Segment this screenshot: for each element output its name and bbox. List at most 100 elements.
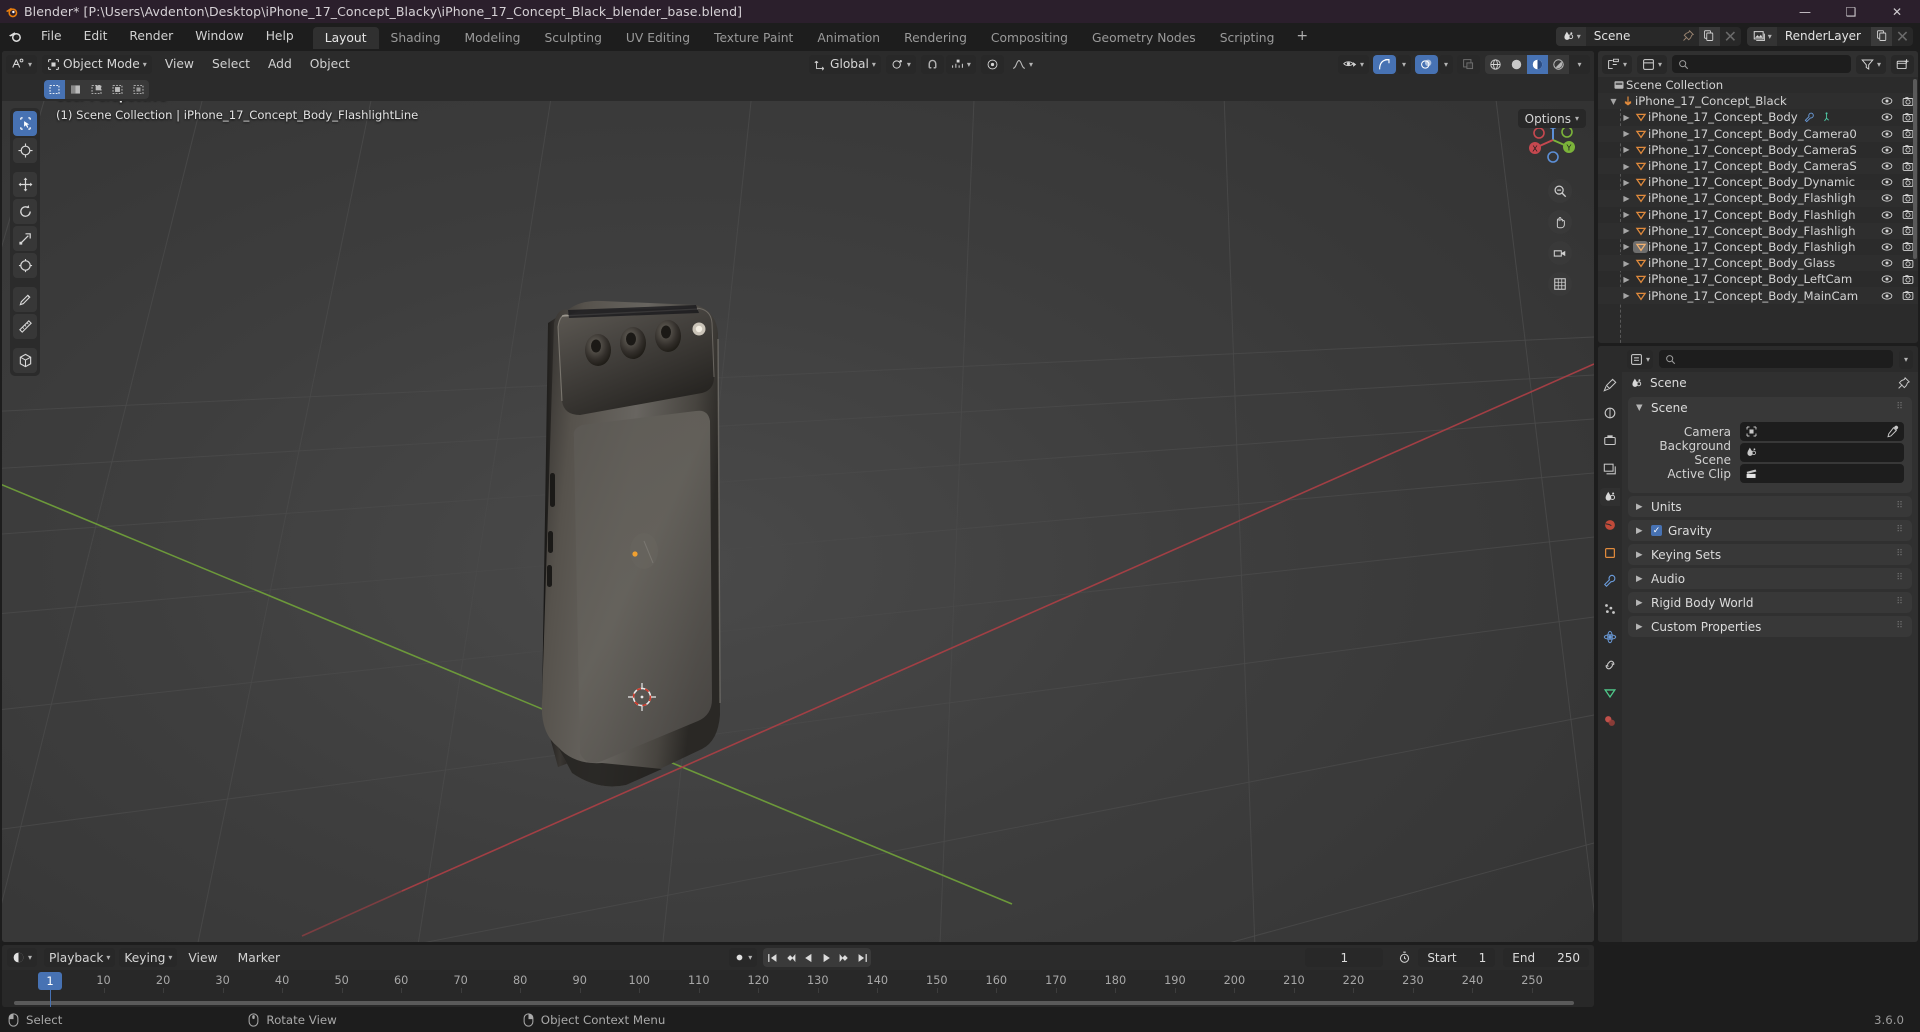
menu-file[interactable]: File [30, 23, 73, 49]
add-workspace-button[interactable]: + [1286, 23, 1318, 49]
maximize-button[interactable]: ❑ [1828, 0, 1874, 23]
panel-scene[interactable]: ▼ Scene ⠿ Camera Background Scene Active… [1628, 397, 1912, 493]
annotate-tool[interactable] [13, 287, 37, 312]
tab-world[interactable] [1600, 516, 1620, 534]
hide-in-viewport-icon[interactable] [1881, 210, 1893, 220]
panel-gravity[interactable]: ▶ ✓ Gravity ⠿ [1628, 520, 1912, 541]
select-subtract-button[interactable] [86, 79, 107, 99]
tab-object[interactable] [1600, 544, 1620, 562]
overlays-toggle[interactable] [1414, 54, 1438, 74]
blender-menu-icon[interactable] [0, 29, 30, 44]
tab-texture-paint[interactable]: Texture Paint [702, 27, 805, 49]
disclosure-triangle-icon[interactable]: ▶ [1620, 259, 1633, 268]
transform-tool[interactable] [13, 253, 37, 278]
tab-layout[interactable]: Layout [312, 27, 379, 49]
jump-to-next-keyframe-button[interactable] [835, 948, 854, 967]
outliner-row-object[interactable]: ▶ iPhone_17_Concept_Body_CameraS [1598, 157, 1918, 175]
auto-keying-toggle[interactable]: ▾ [729, 948, 758, 967]
outliner-row-collection[interactable]: ▼ iPhone_17_Concept_Black [1598, 93, 1918, 110]
pin-id-icon[interactable] [1897, 376, 1910, 390]
tab-geometry-nodes[interactable]: Geometry Nodes [1080, 27, 1208, 49]
tab-sculpting[interactable]: Sculpting [532, 27, 613, 49]
properties-editor[interactable]: ▾ ▾ Scene ▼ Scene ⠿ Camera Background Sc… [1598, 346, 1918, 942]
disclosure-triangle-icon[interactable]: ▶ [1620, 129, 1633, 138]
gizmo-toggle[interactable] [1372, 54, 1396, 74]
gizmo-settings-selector[interactable]: ▾ [1396, 54, 1411, 74]
viewport-menu-select[interactable]: Select [203, 51, 259, 77]
panel-scene-header[interactable]: ▼ Scene ⠿ [1628, 397, 1912, 418]
panel-custom-properties[interactable]: ▶ Custom Properties ⠿ [1628, 616, 1912, 637]
frame-range-fields[interactable]: Start 1 [1418, 948, 1496, 967]
menu-help[interactable]: Help [255, 23, 305, 49]
end-frame-fields[interactable]: End 250 [1503, 948, 1589, 967]
timeline-editor[interactable]: ▾ Playback ▾ Keying ▾ View Marker ▾ 1 St… [2, 945, 1594, 1007]
panel-units-header[interactable]: ▶ Units ⠿ [1628, 496, 1912, 517]
viewport-canvas[interactable] [2, 101, 1594, 942]
hide-in-viewport-icon[interactable] [1881, 226, 1893, 236]
transform-orientation-selector[interactable]: Global ▾ [809, 54, 881, 74]
jump-to-end-button[interactable] [853, 948, 872, 967]
shading-rendered-button[interactable] [1548, 54, 1569, 74]
jump-to-start-button[interactable] [763, 948, 782, 967]
eyedropper-icon[interactable] [1886, 425, 1899, 438]
outliner-filter-button[interactable]: ▾ [1855, 54, 1886, 74]
object-mode-selector[interactable]: Object Mode ▾ [42, 54, 152, 74]
active-clip-field[interactable] [1740, 464, 1904, 483]
timeline-menu-view[interactable]: View [179, 945, 226, 971]
select-extend-button[interactable] [65, 79, 86, 99]
snap-magnet-toggle[interactable] [920, 54, 944, 74]
view-layer-name-field[interactable]: RenderLayer [1777, 27, 1871, 46]
iphone-3d-model[interactable] [2, 101, 1594, 942]
tab-physics[interactable] [1600, 628, 1620, 646]
tab-shading[interactable]: Shading [379, 27, 453, 49]
pan-view-icon[interactable] [1548, 210, 1572, 234]
panel-gravity-header[interactable]: ▶ ✓ Gravity ⠿ [1628, 520, 1912, 541]
viewport-menu-object[interactable]: Object [301, 51, 359, 77]
xray-toggle[interactable] [1457, 54, 1480, 74]
disclosure-triangle-icon[interactable]: ▶ [1620, 145, 1633, 154]
new-view-layer-button[interactable] [1871, 26, 1892, 46]
outliner-row-object[interactable]: ▶ iPhone_17_Concept_Body [1598, 109, 1918, 125]
viewport-menu-view[interactable]: View [156, 51, 203, 77]
tab-render[interactable] [1600, 404, 1620, 422]
hide-in-viewport-icon[interactable] [1881, 177, 1893, 187]
current-frame-field[interactable]: 1 [1305, 948, 1384, 967]
tab-output[interactable] [1600, 432, 1620, 450]
minimize-button[interactable]: — [1782, 0, 1828, 23]
tab-tool[interactable] [1600, 376, 1620, 394]
panel-keying-sets-header[interactable]: ▶ Keying Sets ⠿ [1628, 544, 1912, 565]
remove-view-layer-button[interactable]: ✕ [1892, 27, 1913, 46]
wrench-icon[interactable] [1804, 112, 1815, 123]
pivot-point-selector[interactable]: ▾ [885, 54, 916, 74]
disclosure-triangle-icon[interactable]: ▶ [1620, 291, 1633, 300]
disable-in-renders-icon[interactable] [1902, 274, 1914, 285]
outliner-row-object[interactable]: ▶ iPhone_17_Concept_Body_Flashligh [1598, 222, 1918, 239]
disclosure-triangle-icon[interactable]: ▶ [1620, 178, 1633, 187]
rotate-tool[interactable] [13, 199, 37, 224]
unlink-scene-button[interactable]: ✕ [1720, 27, 1741, 46]
tab-compositing[interactable]: Compositing [979, 27, 1080, 49]
gravity-checkbox[interactable]: ✓ [1651, 525, 1662, 536]
timeline-menu-keying[interactable]: Keying ▾ [119, 948, 178, 967]
menu-render[interactable]: Render [118, 23, 184, 49]
outliner-row-object[interactable]: ▶ iPhone_17_Concept_Body_MainCam [1598, 287, 1918, 304]
hide-in-viewport-icon[interactable] [1881, 161, 1893, 171]
scene-name-field[interactable]: Scene [1586, 27, 1678, 46]
outliner-editor[interactable]: ▾ ▾ ▾ Scene Collection ▼ iPhone_17_Conce… [1598, 51, 1918, 343]
3d-viewport[interactable]: ▾ Object Mode ▾ View Select Add Object G… [2, 51, 1594, 942]
measure-tool[interactable] [13, 314, 37, 339]
outliner-row-object[interactable]: ▶ iPhone_17_Concept_Body_Flashligh [1598, 207, 1918, 223]
disclosure-triangle-icon[interactable]: ▶ [1620, 226, 1633, 235]
hide-in-viewport-icon[interactable] [1881, 242, 1893, 252]
disclosure-triangle-icon[interactable]: ▶ [1620, 194, 1633, 203]
panel-audio[interactable]: ▶ Audio ⠿ [1628, 568, 1912, 589]
outliner-display-mode-selector[interactable]: ▾ [1637, 54, 1668, 74]
timeline-editor-type-selector[interactable]: ▾ [7, 948, 38, 967]
pin-scene-icon[interactable] [1678, 27, 1699, 46]
outliner-search-input[interactable] [1672, 55, 1851, 73]
disable-in-renders-icon[interactable] [1902, 290, 1914, 301]
outliner-scrollbar[interactable] [1913, 79, 1917, 259]
overlays-settings-selector[interactable]: ▾ [1438, 54, 1453, 74]
camera-field[interactable] [1740, 422, 1904, 441]
outliner-row-object[interactable]: ▶ iPhone_17_Concept_Body_LeftCam [1598, 271, 1918, 287]
